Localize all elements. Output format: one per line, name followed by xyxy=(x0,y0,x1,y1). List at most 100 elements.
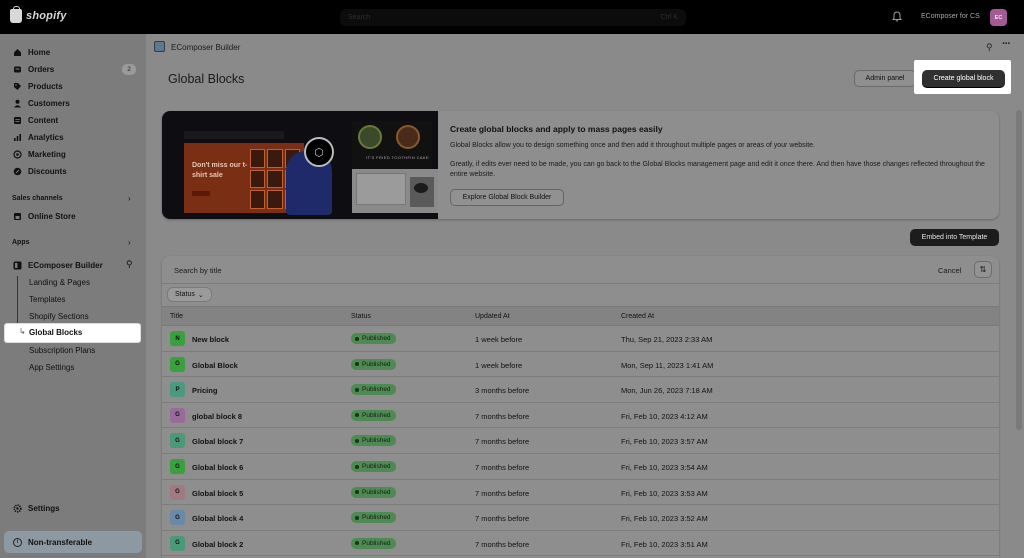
store-icon xyxy=(14,212,21,220)
status-badge: Published xyxy=(351,486,396,498)
created-at: Fri, Feb 10, 2023 3:51 AM xyxy=(621,539,708,549)
table-header: Title Status Updated At Created At xyxy=(162,306,999,326)
status-label: Published xyxy=(362,488,391,496)
sidebar-item-home[interactable]: Home xyxy=(13,45,50,59)
block-thumbnail: G xyxy=(170,510,185,526)
table-row[interactable]: G Global block 2 Published 7 months before F… xyxy=(162,531,999,557)
status-label: Published xyxy=(362,411,391,419)
search-input[interactable]: Search Ctrl K xyxy=(340,9,686,26)
column-header-created[interactable]: Created At xyxy=(621,313,654,320)
status-badge: Published xyxy=(351,384,396,396)
status-dot-icon xyxy=(355,362,359,367)
sidebar-item-orders[interactable]: Orders xyxy=(13,62,54,76)
status-label: Published xyxy=(362,437,391,445)
sidebar-item-ecomposer[interactable]: EComposer Builder xyxy=(13,258,103,272)
non-transferable-banner[interactable]: i Non-transferable xyxy=(4,531,142,553)
block-thumbnail: N xyxy=(170,331,185,346)
block-title[interactable]: Global block 2 xyxy=(192,540,243,549)
banner-article-card xyxy=(356,173,406,205)
created-at: Fri, Feb 10, 2023 3:54 AM xyxy=(621,463,708,472)
sidebar-sub-landing-pages[interactable]: Landing & Pages xyxy=(29,278,90,287)
column-header-title[interactable]: Title xyxy=(170,313,183,320)
table-row[interactable]: G Global block 4 Published 7 months before F… xyxy=(162,505,999,531)
scrollbar-thumb[interactable] xyxy=(1016,110,1022,430)
status-filter[interactable]: Status ⌄ xyxy=(167,287,212,302)
sidebar-item-label: Online Store xyxy=(28,211,76,221)
updated-at: 7 months before xyxy=(475,437,530,447)
sidebar-sub-subscription-plans[interactable]: Subscription Plans xyxy=(29,346,95,355)
sidebar-sub-global-blocks[interactable]: ↳ Global Blocks xyxy=(5,324,140,342)
block-title[interactable]: Global block 4 xyxy=(192,514,243,523)
home-icon xyxy=(14,48,21,56)
updated-at: 7 months before xyxy=(475,411,530,421)
bell-icon[interactable] xyxy=(892,11,902,22)
block-title[interactable]: Pricing xyxy=(192,386,217,395)
sidebar-item-content[interactable]: Content xyxy=(13,113,58,127)
sidebar-sub-shopify-sections[interactable]: Shopify Sections xyxy=(29,312,89,321)
store-name[interactable]: EComposer for CS xyxy=(921,13,980,20)
status-dot-icon xyxy=(355,413,359,418)
avatar[interactable]: EC xyxy=(990,9,1007,26)
block-title[interactable]: Global Block xyxy=(192,361,238,370)
created-at: Fri, Feb 10, 2023 3:53 AM xyxy=(621,488,708,498)
content-icon xyxy=(14,116,21,124)
sidebar-item-products[interactable]: Products xyxy=(13,79,63,93)
pin-icon[interactable]: ⚲ xyxy=(126,259,133,270)
search-by-title-input[interactable]: Search by title xyxy=(174,266,222,275)
status-label: Published xyxy=(362,335,391,342)
sidebar-item-analytics[interactable]: Analytics xyxy=(13,130,64,144)
chevron-right-icon[interactable]: › xyxy=(128,238,131,247)
created-at: Fri, Feb 10, 2023 3:52 AM xyxy=(621,514,708,524)
tag-icon xyxy=(14,82,21,90)
block-title[interactable]: global block 8 xyxy=(192,412,242,421)
table-row[interactable]: G Global Block Published 1 week before Mon, … xyxy=(162,352,999,378)
block-title[interactable]: Global block 7 xyxy=(192,437,243,446)
sidebar-item-settings[interactable]: Settings xyxy=(13,501,60,515)
shopify-logo[interactable]: shopify xyxy=(10,6,67,23)
chevron-right-icon[interactable]: › xyxy=(128,194,131,203)
sidebar-item-label: Global Blocks xyxy=(29,328,83,337)
table-row[interactable]: P Pricing Published 3 months before Mon, Jun… xyxy=(162,377,999,403)
updated-at: 1 week before xyxy=(475,335,523,344)
column-header-updated[interactable]: Updated At xyxy=(475,313,510,320)
chevron-down-icon: ⌄ xyxy=(197,291,204,299)
global-blocks-table: Search by title Cancel ⇅ Status ⌄ Title … xyxy=(162,256,999,558)
table-row[interactable]: Gglobal block 8 Published 7 months before F… xyxy=(162,403,999,429)
block-title[interactable]: Global block 6 xyxy=(192,463,243,472)
more-options-icon[interactable]: ··· xyxy=(1002,38,1011,50)
sidebar-item-marketing[interactable]: Marketing xyxy=(13,147,66,161)
banner-heading: Create global blocks and apply to mass p… xyxy=(450,124,663,134)
sidebar-item-online-store[interactable]: Online Store xyxy=(13,209,76,223)
sidebar-item-discounts[interactable]: Discounts xyxy=(13,164,67,178)
pin-icon[interactable]: ⚲ xyxy=(986,42,993,53)
table-row[interactable]: N New block Published 1 week before Thu, Sep… xyxy=(162,326,999,352)
cancel-button[interactable]: Cancel xyxy=(938,266,961,275)
page-title: Global Blocks xyxy=(168,72,245,86)
sidebar-item-label: Orders xyxy=(28,64,55,74)
status-label: Published xyxy=(362,386,391,394)
ecomposer-logo-icon xyxy=(154,41,165,52)
sidebar-item-label: Home xyxy=(28,47,51,57)
table-row[interactable]: G Global block 5 Published 7 months before F… xyxy=(162,480,999,506)
sidebar: Home Orders 2 Products Customers Content… xyxy=(0,34,146,558)
sidebar-sub-templates[interactable]: Templates xyxy=(29,295,65,304)
block-title[interactable]: New block xyxy=(192,335,229,344)
banner-image-food-panel: IT'S FRIED TOOTHFIN CAKE xyxy=(352,121,432,169)
admin-panel-button[interactable]: Admin panel xyxy=(854,70,916,87)
table-row[interactable]: G Global block 6 Published 7 months before F… xyxy=(162,454,999,480)
banner-article-detail xyxy=(414,183,428,193)
column-header-status[interactable]: Status xyxy=(351,313,371,320)
status-badge: Published xyxy=(351,333,396,344)
create-global-block-button[interactable]: Create global block xyxy=(922,70,1005,87)
explore-builder-button[interactable]: Explore Global Block Builder xyxy=(450,189,564,206)
sidebar-sub-app-settings[interactable]: App Settings xyxy=(29,363,74,372)
sort-icon[interactable]: ⇅ xyxy=(974,261,992,278)
block-thumbnail: G xyxy=(170,356,185,372)
non-transferable-label: Non-transferable xyxy=(28,537,93,547)
sidebar-item-customers[interactable]: Customers xyxy=(13,96,70,110)
block-title[interactable]: Global block 5 xyxy=(192,489,243,498)
status-label: Published xyxy=(362,539,391,547)
embed-into-template-button[interactable]: Embed into Template xyxy=(910,229,999,246)
updated-at: 7 months before xyxy=(475,488,530,498)
table-row[interactable]: G Global block 7 Published 7 months before F… xyxy=(162,428,999,454)
